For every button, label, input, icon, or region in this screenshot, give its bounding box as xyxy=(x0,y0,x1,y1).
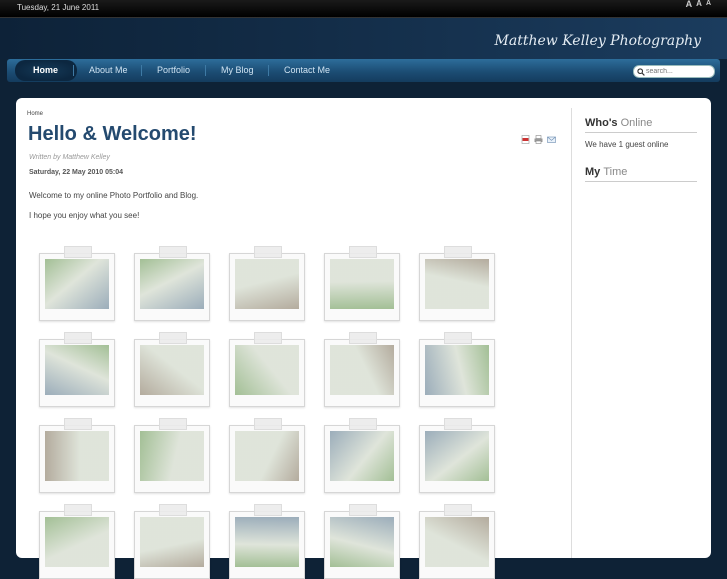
tape-decoration xyxy=(64,504,92,516)
gallery-photo xyxy=(330,259,394,309)
tape-decoration xyxy=(349,418,377,430)
gallery-thumbnail[interactable] xyxy=(39,246,115,321)
gallery-thumbnail[interactable] xyxy=(134,418,210,493)
tape-decoration xyxy=(64,332,92,344)
article-paragraph: I hope you enjoy what you see! xyxy=(29,211,140,220)
gallery-thumbnail[interactable] xyxy=(39,332,115,407)
gallery-photo xyxy=(235,345,299,395)
module-divider xyxy=(585,132,697,133)
tape-decoration xyxy=(254,332,282,344)
nav-item-my-blog[interactable]: My Blog xyxy=(221,65,254,75)
search-input[interactable] xyxy=(646,66,710,77)
tape-decoration xyxy=(444,418,472,430)
gallery-thumbnail[interactable] xyxy=(134,332,210,407)
tape-decoration xyxy=(254,246,282,258)
tape-decoration xyxy=(254,418,282,430)
gallery-photo xyxy=(330,345,394,395)
module-divider xyxy=(585,181,697,182)
top-bar: Tuesday, 21 June 2011 A A A xyxy=(0,0,727,18)
gallery-thumbnail[interactable] xyxy=(419,332,495,407)
gallery-photo xyxy=(425,517,489,567)
gallery-thumbnail[interactable] xyxy=(419,504,495,579)
nav-divider xyxy=(73,65,74,76)
site-title[interactable]: Matthew Kelley Photography xyxy=(495,33,701,49)
font-size-decrease[interactable]: A xyxy=(706,0,711,8)
gallery-thumbnail[interactable] xyxy=(229,418,305,493)
gallery-photo xyxy=(45,517,109,567)
tape-decoration xyxy=(444,246,472,258)
gallery-photo xyxy=(140,259,204,309)
gallery-thumbnail[interactable] xyxy=(324,504,400,579)
gallery-thumbnail[interactable] xyxy=(229,332,305,407)
gallery-photo xyxy=(140,345,204,395)
tape-decoration xyxy=(64,246,92,258)
tape-decoration xyxy=(159,246,187,258)
gallery-photo xyxy=(425,259,489,309)
sidebar-divider xyxy=(571,108,572,558)
breadcrumb[interactable]: Home xyxy=(27,111,43,117)
main-nav: Home About Me Portfolio My Blog Contact … xyxy=(7,59,720,82)
gallery-thumbnail[interactable] xyxy=(324,332,400,407)
gallery-photo xyxy=(330,431,394,481)
gallery-photo xyxy=(140,517,204,567)
tape-decoration xyxy=(349,332,377,344)
my-time-title: My Time xyxy=(585,166,628,178)
gallery-photo xyxy=(45,345,109,395)
tape-decoration xyxy=(64,418,92,430)
gallery-photo xyxy=(140,431,204,481)
font-size-increase[interactable]: A xyxy=(686,0,693,9)
gallery-photo xyxy=(330,517,394,567)
gallery-thumbnail[interactable] xyxy=(419,246,495,321)
search-box[interactable] xyxy=(633,65,715,78)
nav-divider xyxy=(205,65,206,76)
content-panel: Home Hello & Welcome! Written by Matthew… xyxy=(16,98,711,579)
nav-item-about-me[interactable]: About Me xyxy=(89,65,128,75)
gallery-photo xyxy=(45,259,109,309)
gallery-photo xyxy=(425,431,489,481)
font-size-reset[interactable]: A xyxy=(696,0,702,8)
whos-online-text: We have 1 guest online xyxy=(585,140,669,149)
gallery-thumbnail[interactable] xyxy=(229,246,305,321)
pdf-icon[interactable] xyxy=(521,131,530,144)
email-icon[interactable] xyxy=(547,131,556,143)
article-author: Written by Matthew Kelley xyxy=(29,154,110,161)
gallery-photo xyxy=(45,431,109,481)
article-paragraph: Welcome to my online Photo Portfolio and… xyxy=(29,191,199,200)
whos-online-title: Who's Online xyxy=(585,117,653,129)
tape-decoration xyxy=(349,504,377,516)
nav-divider xyxy=(141,65,142,76)
tape-decoration xyxy=(159,418,187,430)
gallery-thumbnail[interactable] xyxy=(419,418,495,493)
gallery-photo xyxy=(235,431,299,481)
tape-decoration xyxy=(254,504,282,516)
nav-divider xyxy=(268,65,269,76)
gallery-thumbnail[interactable] xyxy=(229,504,305,579)
gallery-thumbnail[interactable] xyxy=(134,246,210,321)
gallery-thumbnail[interactable] xyxy=(324,246,400,321)
tape-decoration xyxy=(159,332,187,344)
article-actions xyxy=(521,131,556,144)
tape-decoration xyxy=(444,504,472,516)
nav-item-home[interactable]: Home xyxy=(33,65,58,75)
gallery-photo xyxy=(235,259,299,309)
gallery-thumbnail[interactable] xyxy=(39,504,115,579)
search-icon xyxy=(637,68,645,76)
tape-decoration xyxy=(159,504,187,516)
tape-decoration xyxy=(349,246,377,258)
gallery-thumbnail[interactable] xyxy=(39,418,115,493)
gallery-photo xyxy=(425,345,489,395)
site-header: Matthew Kelley Photography xyxy=(0,18,727,59)
print-icon[interactable] xyxy=(534,131,543,144)
gallery-thumbnail[interactable] xyxy=(134,504,210,579)
gallery-thumbnail[interactable] xyxy=(324,418,400,493)
font-size-controls: A A A xyxy=(686,0,711,9)
nav-item-contact-me[interactable]: Contact Me xyxy=(284,65,330,75)
article-date: Saturday, 22 May 2010 05:04 xyxy=(29,169,124,176)
current-date: Tuesday, 21 June 2011 xyxy=(17,3,100,12)
article-title: Hello & Welcome! xyxy=(28,123,197,145)
tape-decoration xyxy=(444,332,472,344)
gallery-photo xyxy=(235,517,299,567)
nav-item-portfolio[interactable]: Portfolio xyxy=(157,65,190,75)
